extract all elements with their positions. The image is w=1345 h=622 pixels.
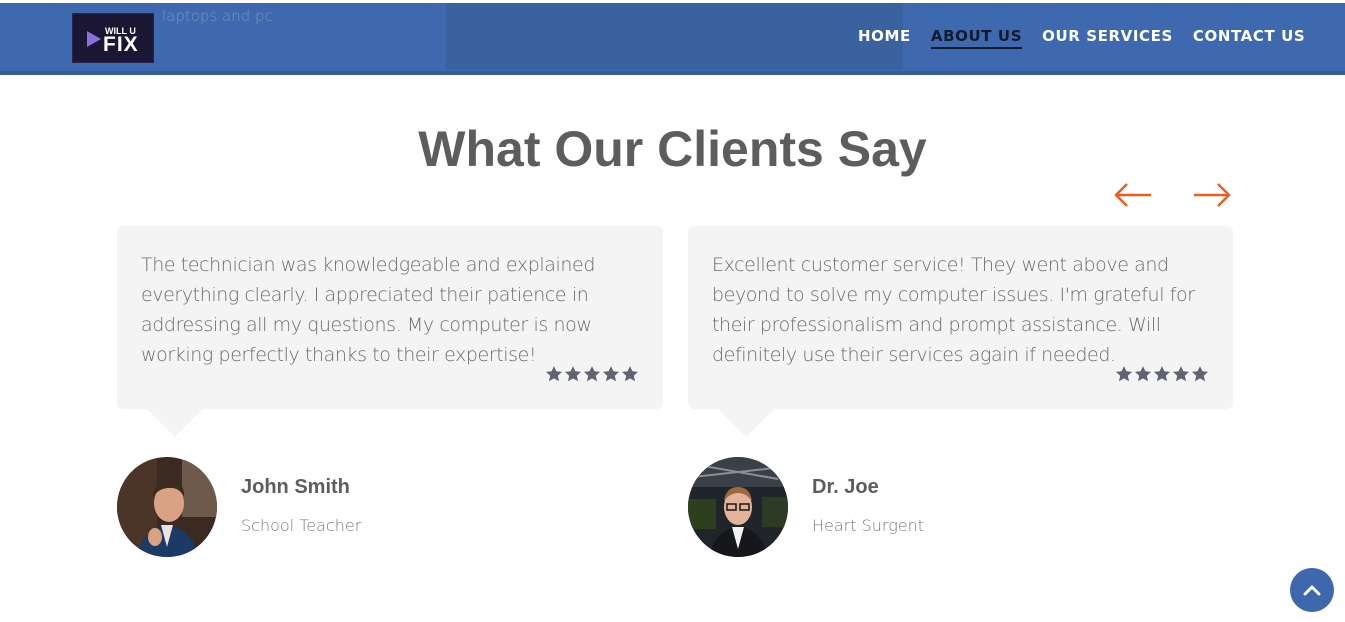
client-photo [688,457,788,557]
nav-our-services[interactable]: OUR SERVICES [1042,27,1173,49]
testimonial-quote: Excellent customer service! They went ab… [712,254,1195,366]
client-role: Heart Surgent [812,516,925,535]
prev-button[interactable] [1113,180,1153,210]
scroll-to-top-button[interactable] [1290,568,1334,612]
logo-text-main: FIX [103,33,139,56]
star-icon [583,366,601,382]
star-rating [1115,365,1209,383]
nav-about-us[interactable]: ABOUT US [930,27,1023,49]
client-name: Dr. Joe [812,476,879,498]
client-avatar [688,457,788,557]
next-button[interactable] [1192,180,1232,210]
testimonial-card: Excellent customer service! They went ab… [688,226,1233,437]
client-name: John Smith [241,476,350,498]
nav-contact-us[interactable]: CONTACT US [1193,27,1305,49]
arrow-right-icon [1194,183,1231,207]
play-icon [87,31,101,47]
nav-overlay [446,3,903,70]
overlapped-text: laptops and pc. [162,7,278,25]
client-avatar [117,457,217,557]
star-icon [564,366,582,382]
star-icon [1172,366,1190,382]
client-role: School Teacher [241,516,362,535]
chevron-up-icon [1303,585,1321,596]
star-icon [1134,366,1152,382]
navbar: laptops and pc. WILL U FIX HOME ABOUT US… [0,3,1345,75]
section-title: What Our Clients Say [418,121,927,177]
client-photo [117,457,217,557]
star-icon [1115,366,1133,382]
testimonial-card: The technician was knowledgeable and exp… [117,226,663,437]
star-icon [1191,366,1209,382]
star-rating [545,365,639,383]
main-nav: HOME ABOUT US OUR SERVICES CONTACT US [858,27,1325,49]
star-icon [545,366,563,382]
nav-home[interactable]: HOME [858,27,911,49]
testimonial-quote: The technician was knowledgeable and exp… [141,254,595,366]
star-icon [1153,366,1171,382]
arrow-left-icon [1114,183,1151,207]
site-logo[interactable]: WILL U FIX [72,13,154,63]
star-icon [621,366,639,382]
star-icon [602,366,620,382]
